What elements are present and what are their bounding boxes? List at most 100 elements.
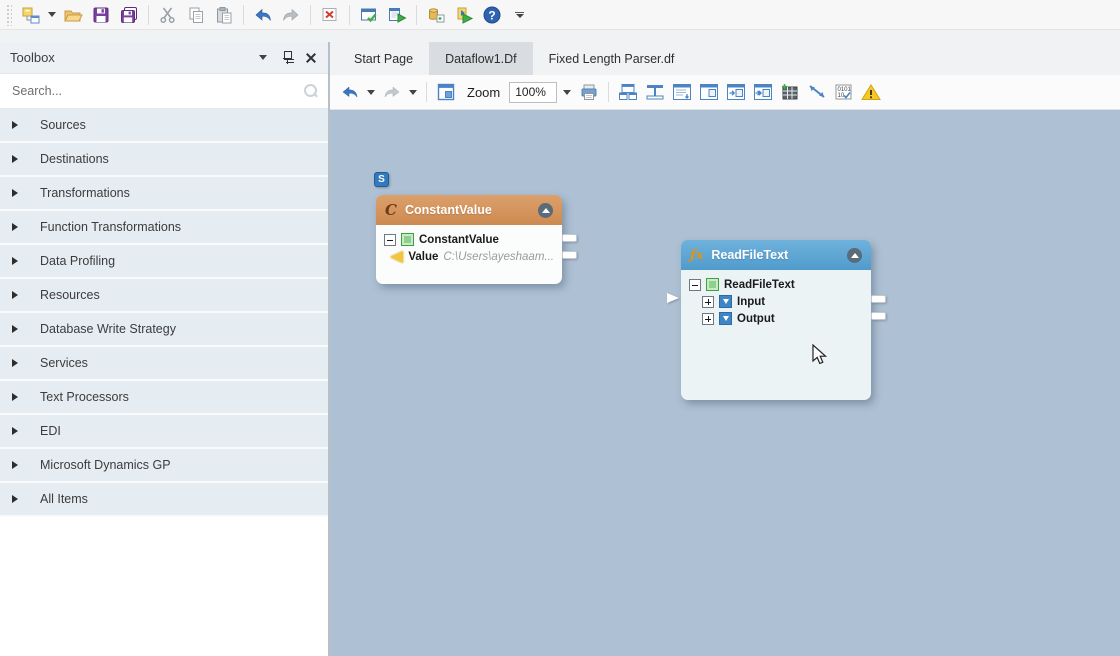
close-icon — [306, 53, 316, 63]
expand-right-icon — [752, 82, 774, 102]
tree-row-output[interactable]: Output — [689, 310, 863, 327]
delete-button[interactable] — [317, 2, 343, 28]
search-input[interactable] — [10, 83, 302, 99]
tree-row-value[interactable]: Value C:\Users\ayeshaam... — [384, 248, 554, 265]
help-button[interactable]: ? — [479, 2, 505, 28]
paste-clipboard-icon — [214, 5, 234, 25]
toolbox-category-all-items[interactable]: All Items — [0, 483, 328, 517]
paste-button[interactable] — [211, 2, 237, 28]
canvas-undo-button[interactable] — [338, 80, 362, 104]
main-toolbar: ? — [0, 0, 1120, 30]
cut-button[interactable] — [155, 2, 181, 28]
new-document-button[interactable] — [18, 2, 44, 28]
toolbar-separator — [148, 5, 149, 25]
print-button[interactable] — [577, 80, 601, 104]
auto-layout-button[interactable] — [616, 80, 640, 104]
warnings-button[interactable] — [859, 80, 883, 104]
toolbox-category-resources[interactable]: Resources — [0, 279, 328, 313]
collapse-minus-icon[interactable] — [689, 279, 701, 291]
node-constantvalue[interactable]: C ConstantValue ConstantValue — [376, 195, 562, 284]
tree-row-root[interactable]: ReadFileText — [689, 276, 863, 293]
toolbox-menu-button[interactable] — [256, 51, 270, 65]
undo-button[interactable] — [250, 2, 276, 28]
dock-panel-button[interactable] — [697, 80, 721, 104]
verify-dataflow-button[interactable] — [356, 2, 382, 28]
element-icon — [401, 233, 414, 246]
output-port[interactable] — [871, 295, 886, 303]
toolbox-empty-area — [0, 517, 328, 656]
toolbar-overflow-button[interactable] — [515, 12, 524, 18]
tree-node-value: C:\Users\ayeshaam... — [443, 251, 554, 263]
expand-arrow-icon — [12, 257, 18, 265]
canvas-undo-dropdown[interactable] — [365, 79, 377, 105]
expand-collapse-nodes-button[interactable] — [643, 80, 667, 104]
run-job-button[interactable] — [451, 2, 477, 28]
expand-arrow-icon — [12, 291, 18, 299]
canvas-redo-button[interactable] — [380, 80, 404, 104]
link-tool-button[interactable] — [805, 80, 829, 104]
zoom-dropdown-button[interactable] — [560, 82, 574, 103]
output-port[interactable] — [871, 312, 886, 320]
tree-node-label: Input — [737, 296, 765, 308]
show-node-details-button[interactable] — [670, 80, 694, 104]
collapse-minus-icon[interactable] — [384, 234, 396, 246]
collapse-node-button[interactable] — [847, 248, 862, 263]
node-readfiletext[interactable]: ƒx ReadFileText ReadFileText — [681, 240, 871, 400]
output-port[interactable] — [562, 234, 577, 242]
node-readfiletext-header[interactable]: ƒx ReadFileText — [681, 240, 871, 270]
delete-icon — [320, 5, 340, 25]
save-all-button[interactable] — [116, 2, 142, 28]
collapse-node-button[interactable] — [538, 203, 553, 218]
zoom-value: 100% — [515, 85, 546, 99]
tab-label: Start Page — [354, 52, 413, 66]
start-dataflow-button[interactable] — [384, 2, 410, 28]
bulk-insert-button[interactable] — [423, 2, 449, 28]
copy-button[interactable] — [183, 2, 209, 28]
save-button[interactable] — [88, 2, 114, 28]
tab-dataflow1[interactable]: Dataflow1.Df — [429, 42, 533, 75]
link-line-icon — [806, 82, 828, 102]
chevron-down-icon — [409, 90, 417, 95]
tab-start-page[interactable]: Start Page — [338, 42, 429, 75]
svg-text:?: ? — [488, 8, 495, 22]
output-port[interactable] — [562, 251, 577, 259]
redo-button[interactable] — [278, 2, 304, 28]
input-port[interactable] — [667, 293, 679, 303]
toolbox-category-transformations[interactable]: Transformations — [0, 177, 328, 211]
add-table-button[interactable] — [778, 80, 802, 104]
insert-node-right-button[interactable] — [724, 80, 748, 104]
preview-data-button[interactable]: 0101 10 — [832, 80, 856, 104]
expand-plus-icon[interactable] — [702, 296, 714, 308]
toolbox-category-function-transformations[interactable]: Function Transformations — [0, 211, 328, 245]
toolbox-category-database-write-strategy[interactable]: Database Write Strategy — [0, 313, 328, 347]
expand-node-right-button[interactable] — [751, 80, 775, 104]
zoom-value-combobox[interactable]: 100% — [509, 82, 557, 103]
canvas-redo-dropdown[interactable] — [407, 79, 419, 105]
tree-row-input[interactable]: Input — [689, 293, 863, 310]
tab-label: Dataflow1.Df — [445, 52, 517, 66]
open-file-button[interactable] — [60, 2, 86, 28]
expand-plus-icon[interactable] — [702, 313, 714, 325]
toolbox-category-data-profiling[interactable]: Data Profiling — [0, 245, 328, 279]
toolbox-category-text-processors[interactable]: Text Processors — [0, 381, 328, 415]
category-label: Microsoft Dynamics GP — [40, 458, 171, 472]
toolbox-close-button[interactable] — [304, 51, 318, 65]
chevron-up-icon — [851, 253, 859, 258]
tab-fixed-length-parser[interactable]: Fixed Length Parser.df — [533, 42, 691, 75]
toolbox-category-destinations[interactable]: Destinations — [0, 143, 328, 177]
toolbar-grip-handle[interactable] — [6, 4, 12, 26]
toolbox-search-bar — [0, 74, 328, 109]
node-constantvalue-body: ConstantValue Value C:\Users\ayeshaam... — [376, 225, 562, 284]
toolbox-pin-button[interactable] — [280, 51, 294, 65]
overflow-bar — [515, 12, 524, 13]
new-document-dropdown[interactable] — [46, 2, 58, 28]
node-constantvalue-header[interactable]: C ConstantValue — [376, 195, 562, 225]
toolbox-category-microsoft-dynamics-gp[interactable]: Microsoft Dynamics GP — [0, 449, 328, 483]
node-title: ReadFileText — [711, 248, 839, 262]
dataflow-canvas[interactable]: S C ConstantValue ConstantValue — [330, 110, 1120, 656]
tree-row-root[interactable]: ConstantValue — [384, 231, 554, 248]
toolbox-category-services[interactable]: Services — [0, 347, 328, 381]
toolbox-category-edi[interactable]: EDI — [0, 415, 328, 449]
fit-to-window-button[interactable] — [434, 80, 458, 104]
toolbox-category-sources[interactable]: Sources — [0, 109, 328, 143]
